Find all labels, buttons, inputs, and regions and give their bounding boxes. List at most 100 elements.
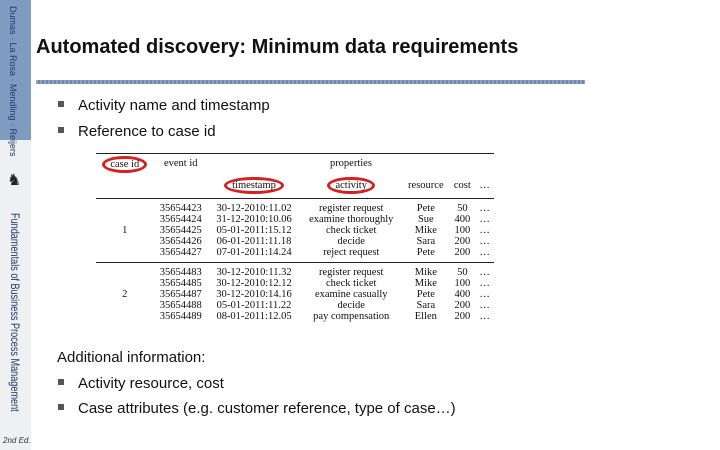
resource-cell: Sara (416, 300, 436, 311)
event-id-cell: 35654426 (159, 236, 202, 247)
activity-header: activity (327, 177, 375, 194)
table-row: 35654424 31-12-2010:10.06 examine thorough… (96, 214, 494, 225)
bullet: Reference to case id (58, 123, 216, 140)
bullet: Activity name and timestamp (58, 97, 270, 114)
resource-cell: Sara (416, 236, 436, 247)
case-id-cell (96, 300, 154, 311)
table-row: 35654488 05-01-2011:11.22 decide Sara 200 … (96, 300, 494, 311)
case-id-cell (96, 236, 154, 247)
case-id-cell (96, 247, 154, 263)
table-row: 35654423 30-12-2010:11.02 register request… (96, 198, 494, 214)
activity-cell: register request (300, 262, 403, 278)
case-id-cell (96, 278, 154, 289)
more-cell: … (479, 300, 490, 311)
event-id-cell: 35654427 (159, 247, 202, 258)
resource-cell: Mike (414, 225, 437, 236)
event-id-cell: 35654423 (153, 198, 208, 214)
activity-cell: examine thoroughly (309, 214, 394, 225)
knight-logo-icon: ♞ (7, 172, 22, 189)
event-log-table: case id event id properties timestamp activ… (96, 153, 496, 343)
edition: 2nd Ed. (3, 436, 31, 445)
more-cell: … (479, 214, 490, 225)
cost-cell: 50 (449, 262, 476, 278)
activity-cell: pay compensation (313, 311, 390, 322)
authors: Dumas · La Rosa · Mendling · Reijers (8, 6, 18, 157)
event-id-cell: 35654425 (159, 225, 202, 236)
sidebar: Dumas · La Rosa · Mendling · Reijers ♞ F… (0, 0, 31, 450)
activity-cell: examine casually (314, 289, 388, 300)
event-id-header: event id (153, 153, 208, 173)
event-id-cell: 35654483 (153, 262, 208, 278)
timestamp-cell: 08-01-2011:12.05 (216, 311, 292, 322)
timestamp-cell: 30-12-2010:14.16 (216, 289, 292, 300)
case-id-cell: 2 (122, 289, 128, 300)
more-cell: … (475, 198, 494, 214)
cost-cell: 400 (454, 289, 471, 300)
resource-cell: Pete (402, 198, 450, 214)
slide-title: Automated discovery: Minimum data requir… (36, 36, 519, 58)
properties-header: properties (207, 153, 494, 173)
more-cell: … (479, 247, 490, 258)
timestamp-cell: 30-12-2010:11.32 (207, 262, 301, 278)
event-id-cell: 35654487 (159, 289, 202, 300)
more-cell: … (479, 289, 490, 300)
more-cell: … (479, 236, 490, 247)
table-row: 35654426 06-01-2011:11.18 decide Sara 200… (96, 236, 494, 247)
resource-cell: Pete (416, 247, 435, 258)
timestamp-cell: 30-12-2010:11.02 (207, 198, 301, 214)
case-id-cell (96, 311, 154, 326)
table-row: 2 35654487 30-12-2010:14.16 examine casuall… (96, 289, 494, 300)
bullet: Activity resource, cost (58, 375, 224, 392)
event-id-cell: 35654424 (159, 214, 202, 225)
more-cell: … (479, 225, 490, 236)
case-id-cell (96, 262, 154, 278)
timestamp-cell: 31-12-2010:10.06 (216, 214, 292, 225)
table-row: 1 35654425 05-01-2011:15.12 check ticket Mik… (96, 225, 494, 236)
event-id-cell: 35654488 (159, 300, 202, 311)
cost-cell: 100 (454, 278, 471, 289)
table-row: 35654489 08-01-2011:12.05 pay compensation… (96, 311, 494, 326)
event-id-cell: 35654489 (159, 311, 202, 322)
title-divider (36, 80, 585, 84)
cost-cell: 200 (454, 311, 471, 322)
resource-cell: Ellen (414, 311, 437, 322)
event-id-cell: 35654485 (159, 278, 202, 289)
case-id-header: case id (102, 156, 148, 173)
more-cell: … (479, 278, 490, 289)
timestamp-cell: 30-12-2010:12.12 (216, 278, 292, 289)
case-id-cell (96, 214, 154, 225)
resource-cell: Mike (402, 262, 450, 278)
more-cell: … (475, 262, 494, 278)
activity-cell: check ticket (326, 225, 377, 236)
cost-header: cost (453, 180, 471, 191)
more-cell: … (479, 311, 490, 322)
timestamp-cell: 06-01-2011:11.18 (216, 236, 292, 247)
case-id-cell (96, 198, 154, 214)
case-id-cell: 1 (122, 225, 128, 236)
cost-cell: 200 (454, 300, 471, 311)
resource-header: resource (408, 180, 444, 191)
cost-cell: 400 (454, 214, 471, 225)
timestamp-cell: 05-01-2011:11.22 (216, 300, 292, 311)
cost-cell: 200 (454, 247, 471, 258)
bullet: Case attributes (e.g. customer reference… (58, 400, 456, 417)
timestamp-cell: 07-01-2011:14.24 (216, 247, 292, 258)
book-title: Fundamentals of Business Process Managem… (8, 213, 22, 412)
activity-cell: reject request (323, 247, 380, 258)
activity-cell: decide (337, 300, 365, 311)
additional-info-label: Additional information: (57, 349, 206, 366)
timestamp-header: timestamp (224, 177, 284, 194)
table-row: 35654427 07-01-2011:14.24 reject request Pe… (96, 247, 494, 263)
activity-cell: decide (337, 236, 365, 247)
more-header: … (479, 180, 490, 191)
resource-cell: Pete (416, 289, 435, 300)
timestamp-cell: 05-01-2011:15.12 (216, 225, 292, 236)
table-row: 35654485 30-12-2010:12.12 check ticket Mike… (96, 278, 494, 289)
table-row: 35654483 30-12-2010:11.32 register request… (96, 262, 494, 278)
resource-cell: Sue (417, 214, 434, 225)
resource-cell: Mike (414, 278, 437, 289)
cost-cell: 50 (449, 198, 476, 214)
activity-cell: check ticket (326, 278, 377, 289)
activity-cell: register request (300, 198, 403, 214)
cost-cell: 100 (454, 225, 471, 236)
